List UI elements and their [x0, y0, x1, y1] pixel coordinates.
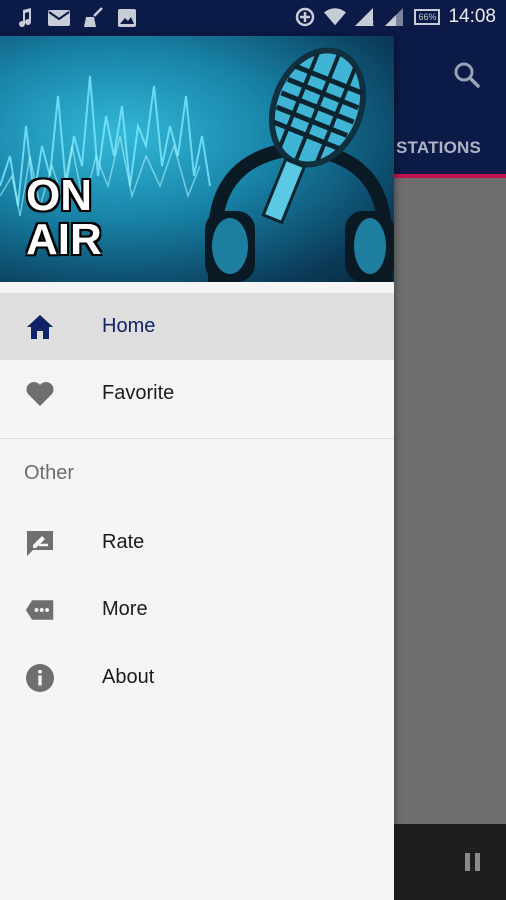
content-scrim[interactable] — [394, 178, 506, 824]
menu-item-more[interactable]: More — [0, 576, 394, 643]
tab-stations-label: STATIONS — [396, 138, 482, 157]
search-icon — [454, 62, 480, 88]
rate-icon — [25, 528, 55, 558]
heart-icon — [25, 379, 55, 409]
broom-icon — [82, 7, 104, 29]
battery-icon: 66% — [414, 9, 441, 25]
home-icon — [25, 312, 55, 342]
on-air-line2: AIR — [26, 215, 102, 264]
mail-icon — [48, 7, 70, 29]
search-button[interactable] — [450, 58, 484, 92]
menu-item-about[interactable]: About — [0, 644, 394, 711]
menu-item-favorite-label: Favorite — [102, 382, 175, 404]
player-bar — [394, 824, 506, 900]
data-saver-icon — [294, 6, 316, 28]
signal-icon: x — [354, 6, 376, 28]
info-icon — [25, 663, 55, 693]
status-bar: x 66% 14:08 — [0, 0, 506, 36]
drawer-header-image: ON AIR — [0, 36, 394, 282]
menu-item-home[interactable]: Home — [0, 293, 394, 360]
menu-item-about-label: About — [102, 666, 155, 688]
menu-item-rate-label: Rate — [102, 531, 145, 553]
on-air-line1: ON — [26, 171, 92, 220]
clock: 14:08 — [448, 6, 496, 27]
pause-button[interactable] — [460, 848, 486, 876]
section-title-other: Other — [24, 462, 75, 484]
on-air-logo: ON AIR — [26, 174, 102, 262]
svg-text:x: x — [370, 19, 374, 27]
music-note-icon — [14, 7, 36, 29]
menu-divider — [0, 438, 394, 439]
menu-item-rate[interactable]: Rate — [0, 509, 394, 576]
menu-item-home-label: Home — [102, 315, 156, 337]
image-icon — [116, 7, 138, 29]
tab-stations[interactable]: STATIONS — [396, 138, 481, 158]
pause-icon — [465, 853, 480, 871]
navigation-drawer: ON AIR Home Favorite Other Rate More Abo… — [0, 36, 394, 900]
signal-2-icon — [384, 6, 406, 28]
menu-item-more-label: More — [102, 598, 148, 620]
more-tag-icon — [25, 595, 55, 625]
wifi-icon — [324, 6, 347, 28]
menu-item-favorite[interactable]: Favorite — [0, 360, 394, 427]
